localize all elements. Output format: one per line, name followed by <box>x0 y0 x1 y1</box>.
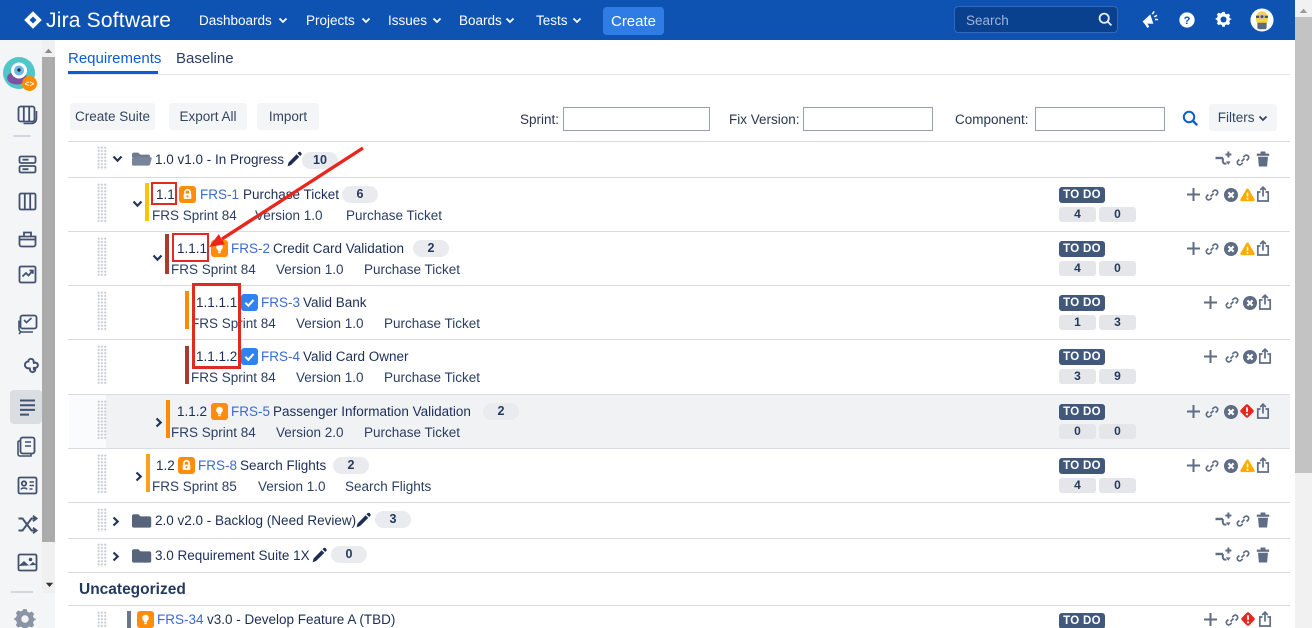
svg-text:<>: <> <box>25 81 35 90</box>
svg-text:?: ? <box>1184 15 1191 27</box>
